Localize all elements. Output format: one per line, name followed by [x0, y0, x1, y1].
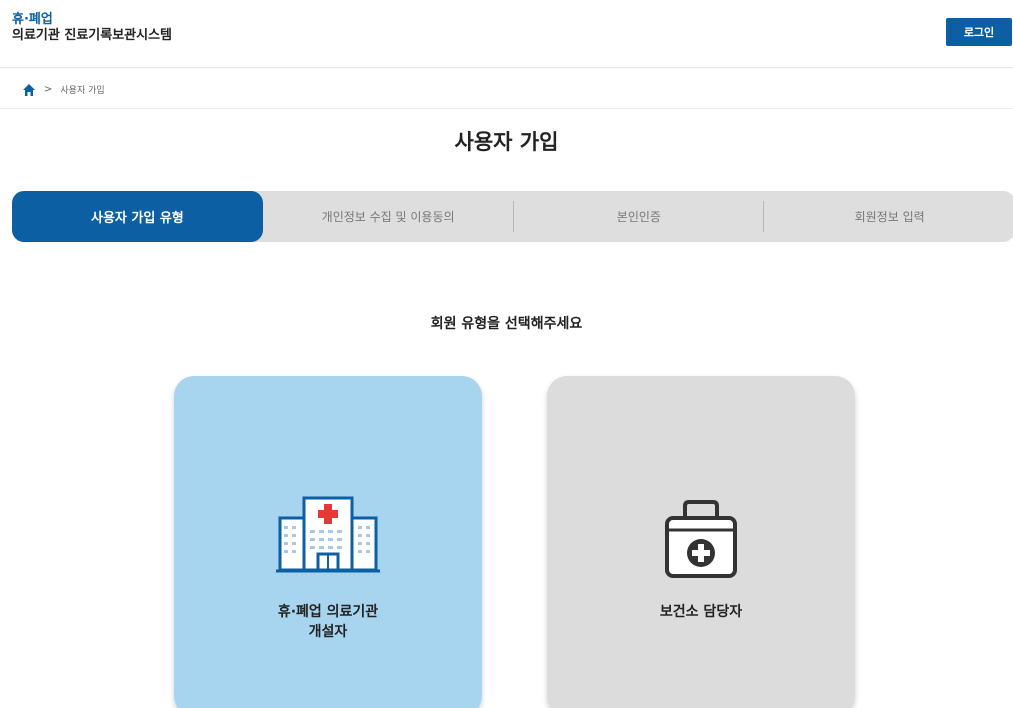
- step-label: 본인인증: [616, 210, 661, 224]
- step-label: 회원정보 입력: [854, 210, 925, 224]
- member-type-prompt: 회원 유형을 선택해주세요: [430, 316, 583, 332]
- step-identity-verification: 본인인증: [514, 191, 765, 242]
- breadcrumb-separator: >: [44, 83, 53, 95]
- home-icon[interactable]: [22, 82, 36, 96]
- page-title: 사용자 가입: [454, 130, 559, 154]
- brand-logo[interactable]: 휴·폐업 의료기관 진료기록보관시스템: [12, 12, 172, 44]
- breadcrumb-divider: [0, 108, 1013, 109]
- brand-line1: 휴·폐업: [12, 12, 53, 27]
- page: 휴·폐업 의료기관 진료기록보관시스템 로그인 > 사용자 가입 사용자 가입 …: [0, 0, 1013, 708]
- hospital-icon: [274, 496, 382, 586]
- member-type-card-hospital-operator[interactable]: 휴·폐업 의료기관 개설자: [174, 376, 482, 708]
- brand-line2: 의료기관 진료기록보관시스템: [12, 28, 173, 43]
- step-privacy-consent: 개인정보 수집 및 이용동의: [263, 191, 514, 242]
- first-aid-kit-icon: [647, 496, 755, 586]
- breadcrumb-current: 사용자 가입: [60, 85, 105, 96]
- member-type-card-health-center[interactable]: 보건소 담당자: [547, 376, 855, 708]
- breadcrumb: > 사용자 가입: [22, 78, 105, 100]
- step-member-type: 사용자 가입 유형: [12, 191, 263, 242]
- member-type-label: 보건소 담당자: [659, 604, 743, 620]
- login-button[interactable]: 로그인: [946, 18, 1012, 46]
- step-label: 개인정보 수집 및 이용동의: [321, 210, 455, 224]
- header: 휴·폐업 의료기관 진료기록보관시스템 로그인: [0, 0, 1013, 68]
- step-label: 사용자 가입 유형: [90, 211, 184, 226]
- step-member-info: 회원정보 입력: [764, 191, 1013, 242]
- step-indicator: 사용자 가입 유형 개인정보 수집 및 이용동의 본인인증 회원정보 입력: [12, 191, 1013, 242]
- member-type-label: 휴·폐업 의료기관 개설자: [277, 604, 379, 640]
